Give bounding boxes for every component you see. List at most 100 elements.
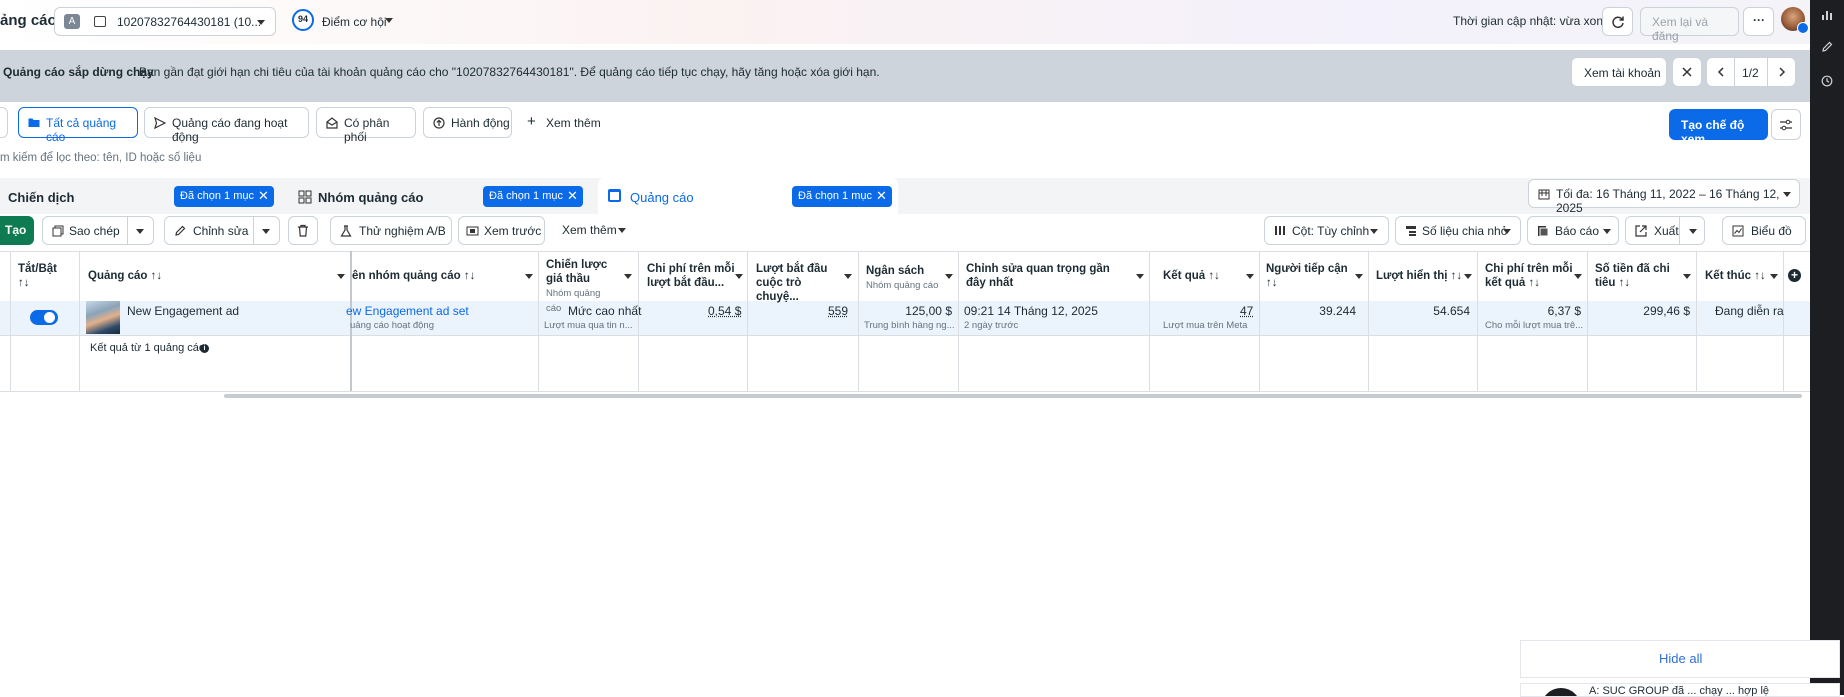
col-budget[interactable]: Ngân sách Nhóm quảng cáo — [866, 264, 938, 293]
date-range-picker[interactable]: Tối đa: 16 Tháng 11, 2022 – 16 Tháng 12,… — [1528, 179, 1800, 208]
sort-icon[interactable]: ↑↓ — [1528, 277, 1540, 289]
sort-icon[interactable]: ↑↓ — [1266, 277, 1278, 289]
create-view-button[interactable]: Tạo chế độ xem — [1669, 109, 1768, 140]
chevron-down-icon[interactable] — [262, 229, 270, 234]
close-icon[interactable]: ✕ — [258, 188, 269, 204]
chevron-down-icon[interactable] — [1246, 274, 1254, 279]
bar-chart-icon[interactable] — [1821, 9, 1833, 21]
chevron-down-icon[interactable] — [1355, 274, 1363, 279]
breakdown-button[interactable]: Số liệu chia nhỏ — [1395, 216, 1521, 245]
col-conv-starts[interactable]: Lượt bắt đầu cuộc trò chuyệ... — [756, 262, 844, 304]
sort-icon[interactable]: ↑↓ — [1754, 270, 1766, 282]
col-toggle[interactable]: Tắt/Bật ↑↓ — [18, 262, 57, 290]
col-cost-per-start[interactable]: Chi phí trên mỗi lượt bắt đầu... — [647, 262, 737, 290]
add-column-icon[interactable]: + — [1788, 269, 1801, 282]
filter-overflow[interactable] — [0, 107, 8, 138]
opportunity-score-label[interactable]: Điểm cơ hội — [322, 15, 387, 29]
ad-selected-chip[interactable]: Đã chọn 1 mục ✕ — [792, 186, 892, 207]
plus-icon[interactable]: + — [527, 115, 536, 129]
filter-all-ads[interactable]: Tất cả quảng cáo — [18, 107, 138, 138]
review-publish-button[interactable]: Xem lại và đăng — [1640, 7, 1739, 36]
sort-icon[interactable]: ↑↓ — [1451, 270, 1463, 282]
more-button[interactable]: ··· — [1743, 7, 1774, 36]
ad-name[interactable]: New Engagement ad — [127, 304, 239, 318]
toolbar-see-more[interactable]: Xem thêm — [562, 223, 617, 237]
col-ad[interactable]: Quảng cáo ↑↓ — [88, 269, 162, 283]
chevron-down-icon[interactable] — [1683, 274, 1691, 279]
duplicate-button[interactable]: Sao chép — [42, 216, 154, 245]
preview-button[interactable]: Xem trước — [458, 216, 545, 245]
opportunity-score-icon[interactable]: 94 — [292, 9, 314, 31]
chevron-down-icon[interactable] — [1574, 274, 1582, 279]
chevron-down-icon[interactable] — [337, 274, 345, 279]
chevron-down-icon[interactable] — [525, 274, 533, 279]
chevron-down-icon[interactable] — [1464, 274, 1472, 279]
breakdown-icon — [1405, 225, 1417, 236]
pencil-icon[interactable] — [1821, 41, 1833, 53]
bid-strategy-sub: Lượt mua qua tin n... — [544, 320, 633, 331]
ab-test-button[interactable]: Thử nghiệm A/B — [330, 216, 452, 245]
hide-all-button[interactable]: Hide all — [1659, 651, 1702, 666]
ad-toggle[interactable] — [30, 310, 58, 325]
last-updated: Thời gian cập nhật: vừa xong — [1453, 14, 1610, 28]
view-settings-button[interactable] — [1771, 109, 1801, 140]
chevron-down-icon[interactable] — [385, 18, 393, 23]
filter-active-ads[interactable]: Quảng cáo đang hoạt động — [144, 107, 309, 138]
sort-icon[interactable]: ↑↓ — [1208, 270, 1220, 282]
chevron-down-icon[interactable] — [136, 229, 144, 234]
chevron-left-icon[interactable] — [1717, 67, 1725, 77]
chevron-down-icon[interactable] — [618, 228, 626, 233]
campaign-selected-chip[interactable]: Đã chọn 1 mục ✕ — [174, 186, 274, 207]
filter-actions[interactable]: Hành động — [423, 107, 512, 138]
adset-selected-chip[interactable]: Đã chọn 1 mục ✕ — [483, 186, 583, 207]
chevron-down-icon[interactable] — [1689, 229, 1697, 234]
chevron-right-icon[interactable] — [1778, 67, 1786, 77]
adset-name-link[interactable]: ew Engagement ad set — [346, 304, 469, 318]
close-icon[interactable]: ✕ — [567, 188, 578, 204]
close-icon[interactable]: ✕ — [876, 188, 887, 204]
chevron-down-icon[interactable] — [624, 274, 632, 279]
tab-ads[interactable]: Quảng cáo — [630, 190, 694, 205]
col-results[interactable]: Kết quả ↑↓ — [1163, 269, 1220, 283]
col-cost-per-result[interactable]: Chi phí trên mỗi kết quả ↑↓ — [1485, 262, 1575, 290]
col-adset-name[interactable]: ên nhóm quảng cáo ↑↓ — [352, 269, 475, 283]
delete-button[interactable] — [288, 216, 318, 245]
info-icon[interactable]: i — [200, 344, 209, 353]
horizontal-scrollbar[interactable] — [224, 394, 1802, 398]
col-last-edit[interactable]: Chỉnh sửa quan trọng gần đây nhất — [966, 262, 1126, 290]
chevron-down-icon[interactable] — [844, 274, 852, 279]
cost-per-start-value[interactable]: 0,54 $ — [708, 304, 741, 318]
clock-icon[interactable] — [1821, 75, 1833, 87]
view-account-button[interactable]: Xem tài khoản — [1571, 57, 1667, 87]
col-reach[interactable]: Người tiếp cận ↑↓ — [1266, 262, 1348, 290]
charts-button[interactable]: Biểu đồ — [1722, 216, 1806, 245]
col-impressions[interactable]: Lượt hiển thị ↑↓ — [1376, 269, 1462, 283]
refresh-button[interactable] — [1602, 7, 1633, 36]
chevron-down-icon[interactable] — [1136, 274, 1144, 279]
sort-icon[interactable]: ↑↓ — [1619, 277, 1631, 289]
sort-icon[interactable]: ↑↓ — [464, 270, 476, 282]
sort-icon[interactable]: ↑↓ — [151, 270, 163, 282]
reports-button[interactable]: Báo cáo — [1527, 216, 1619, 245]
col-amount-spent[interactable]: Số tiền đã chi tiêu ↑↓ — [1595, 262, 1675, 290]
conv-starts-value[interactable]: 559 — [828, 304, 848, 318]
tab-campaigns[interactable]: Chiến dịch — [8, 190, 74, 205]
account-selector[interactable]: A 10207832764430181 (10... — [54, 7, 276, 36]
search-input[interactable]: m kiếm để lọc theo: tên, ID hoặc số liệu — [0, 148, 1797, 168]
chevron-down-icon[interactable] — [1770, 274, 1778, 279]
tab-adsets[interactable]: Nhóm quảng cáo — [318, 190, 423, 205]
refresh-icon — [1611, 15, 1625, 29]
export-button[interactable]: Xuất — [1625, 216, 1705, 245]
chevron-down-icon — [1783, 192, 1791, 197]
chevron-down-icon[interactable] — [735, 274, 743, 279]
create-button[interactable]: Tạo — [0, 216, 34, 245]
sort-icon[interactable]: ↑↓ — [18, 277, 30, 289]
close-banner-button[interactable] — [1672, 57, 1702, 87]
filter-delivery[interactable]: Có phân phối — [316, 107, 416, 138]
chevron-down-icon[interactable] — [945, 274, 953, 279]
see-more-filters[interactable]: Xem thêm — [546, 116, 601, 130]
columns-button[interactable]: Cột: Tùy chỉnh — [1264, 216, 1389, 245]
edit-button[interactable]: Chỉnh sửa — [164, 216, 280, 245]
results-value[interactable]: 47 — [1240, 304, 1253, 318]
col-ends[interactable]: Kết thúc ↑↓ — [1705, 269, 1766, 283]
